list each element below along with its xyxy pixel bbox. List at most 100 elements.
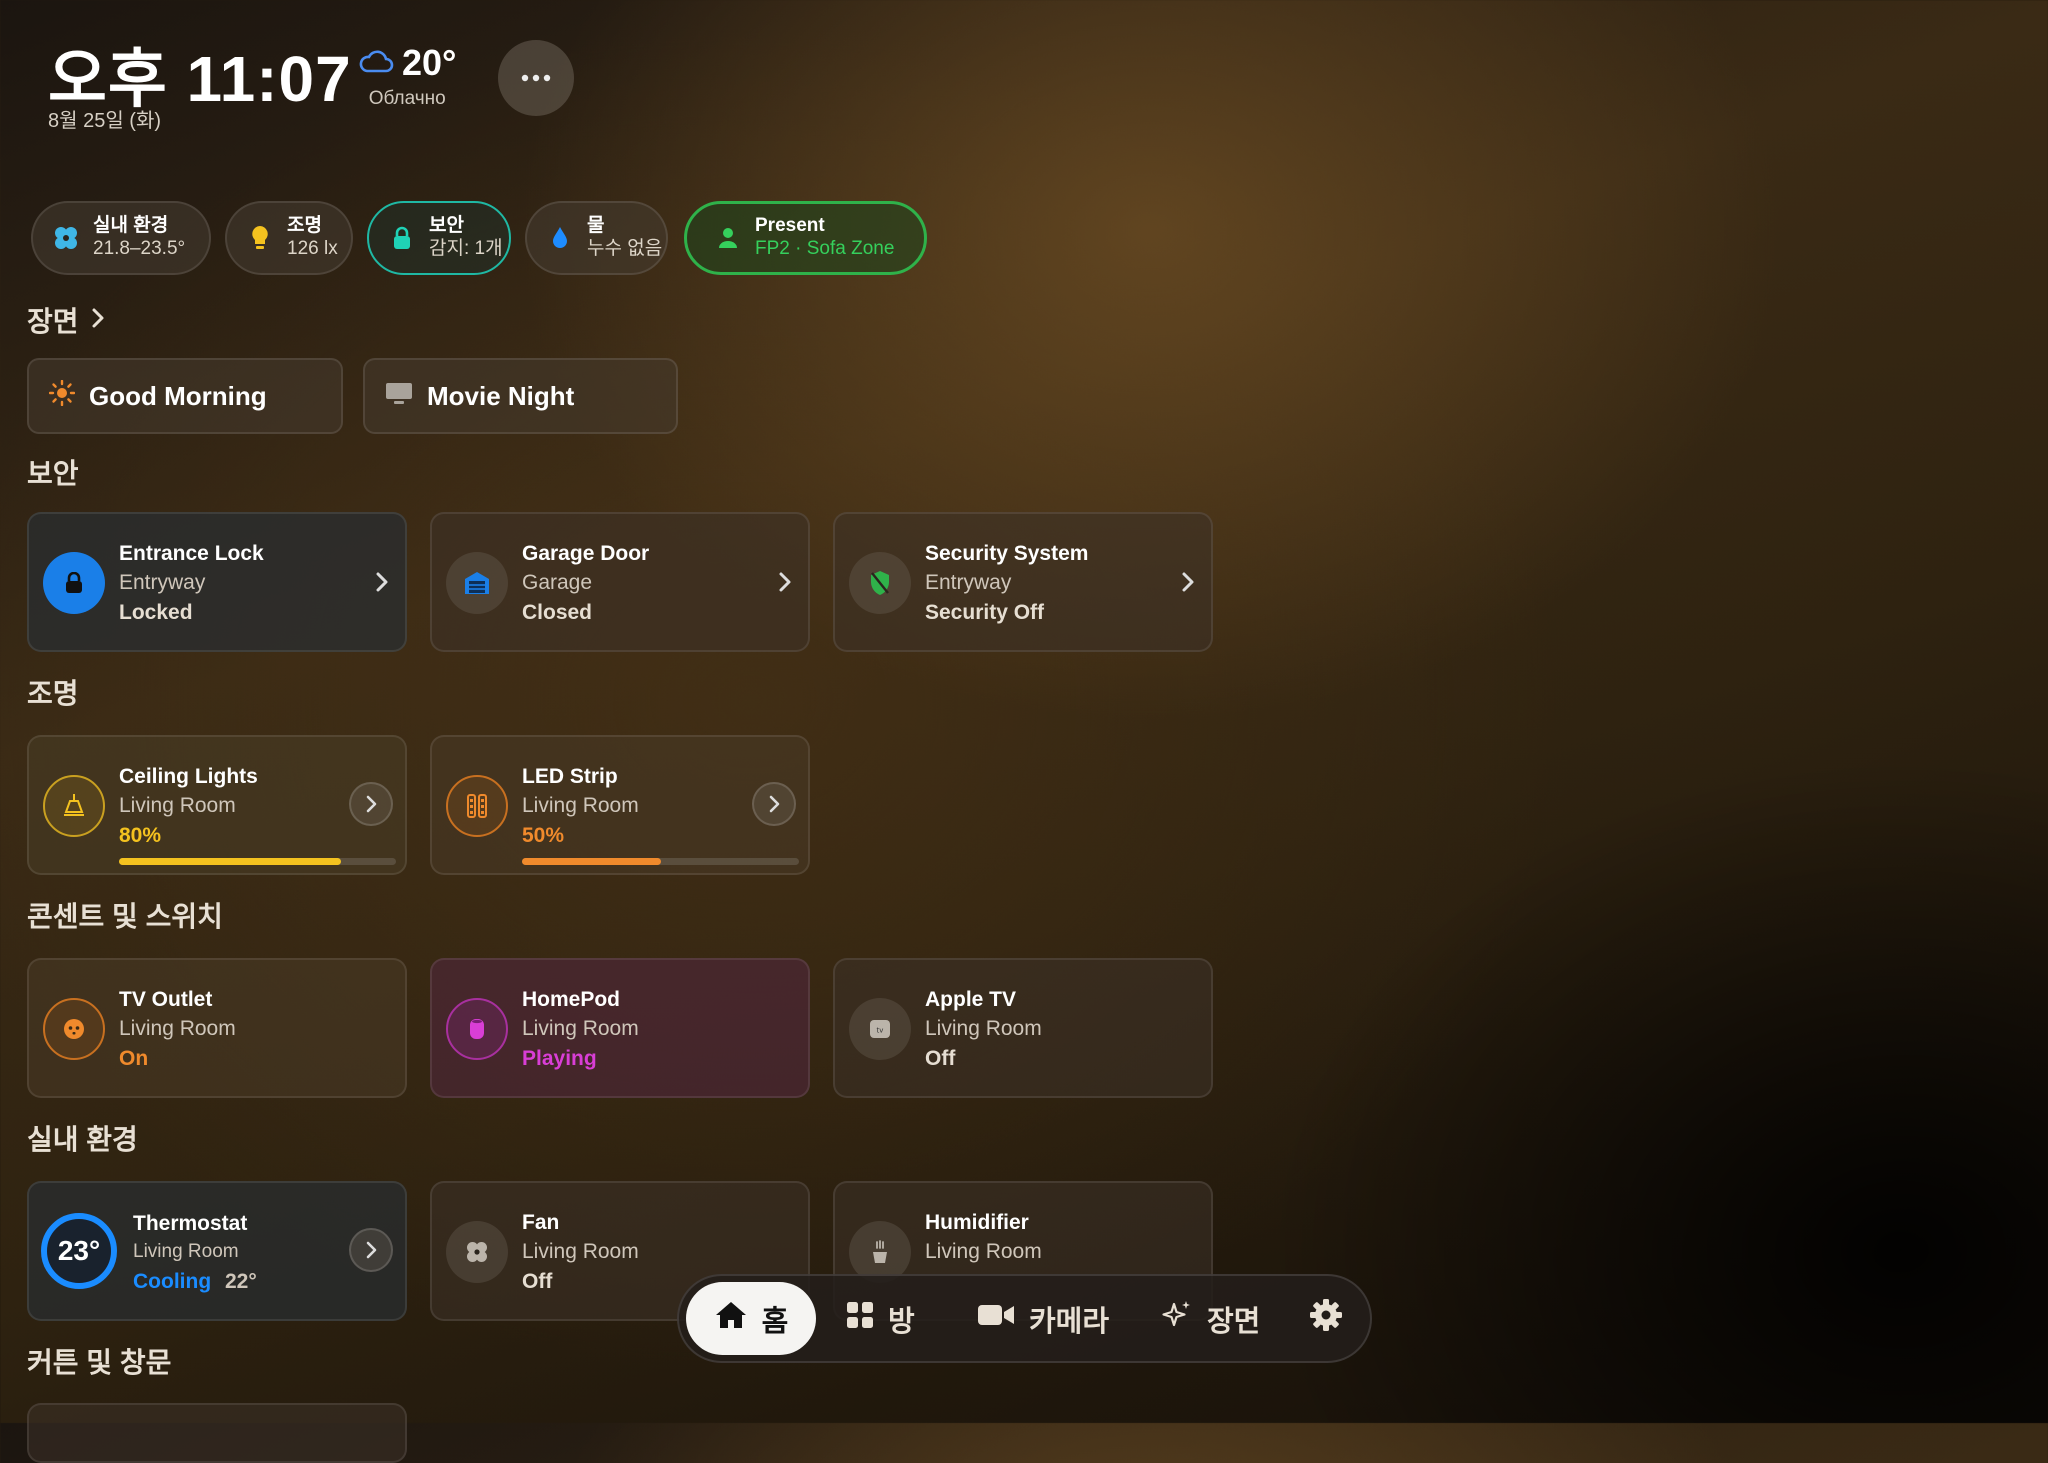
tab-home[interactable]: 홈	[686, 1282, 816, 1355]
chevron-right-icon[interactable]	[1175, 569, 1201, 595]
device-status: Off	[522, 1270, 553, 1293]
tab-label: 장면	[1207, 1305, 1261, 1338]
bottom-tab-bar: 홈 방 카메라 장면	[677, 1274, 1372, 1363]
water-drop-icon	[547, 225, 573, 251]
house-icon	[714, 1300, 748, 1338]
date-label: 8월 25일 (화)	[48, 110, 162, 132]
scene-movie-night[interactable]: Movie Night	[363, 358, 678, 434]
brightness-fill	[522, 858, 661, 865]
curtain-card-partial[interactable]	[27, 1403, 407, 1463]
scene-good-morning[interactable]: Good Morning	[27, 358, 343, 434]
hvac-mode: Cooling	[133, 1270, 212, 1293]
device-name: Ceiling Lights	[119, 765, 258, 788]
garage-door-card[interactable]: Garage Door Garage Closed	[430, 512, 810, 652]
entrance-lock-card[interactable]: Entrance Lock Entryway Locked	[27, 512, 407, 652]
lighting-section-header: 조명	[27, 672, 79, 712]
apple-tv-icon: tv	[849, 998, 911, 1060]
device-room: Garage	[522, 571, 593, 594]
weather-condition: Облачно	[368, 88, 446, 109]
sun-icon	[48, 379, 76, 413]
scene-label: Good Morning	[89, 380, 267, 411]
device-status: Security Off	[925, 601, 1045, 624]
device-room: Living Room	[522, 1240, 639, 1263]
tv-icon	[385, 381, 413, 412]
brightness-slider[interactable]	[119, 858, 396, 865]
brightness-slider[interactable]	[522, 858, 799, 865]
section-title: 콘센트 및 스위치	[27, 901, 223, 932]
tab-scenes[interactable]: 장면	[1161, 1282, 1260, 1355]
device-name: Thermostat	[133, 1212, 248, 1235]
settings-button[interactable]	[1309, 1282, 1343, 1355]
scene-label: Movie Night	[427, 380, 575, 411]
device-room: Living Room	[522, 794, 639, 817]
thermostat-ring-icon: 23°	[41, 1213, 117, 1289]
chip-value: 126 lx	[287, 238, 338, 259]
chevron-right-icon[interactable]	[772, 569, 798, 595]
more-button[interactable]	[498, 40, 574, 116]
chevron-right-icon[interactable]	[349, 782, 393, 826]
device-room: Living Room	[119, 1017, 236, 1040]
scenes-section-header[interactable]: 장면	[27, 300, 105, 340]
tv-outlet-card[interactable]: TV Outlet Living Room On	[27, 958, 407, 1098]
weather-temp: 20°	[402, 42, 457, 83]
lock-icon	[389, 225, 415, 251]
device-status: Locked	[119, 601, 193, 624]
apple-tv-card[interactable]: tv Apple TV Living Room Off	[833, 958, 1213, 1098]
chip-value: 감지: 1개	[429, 238, 503, 259]
tab-cameras[interactable]: 카메라	[977, 1282, 1109, 1355]
chip-lighting[interactable]: 조명 126 lx	[225, 201, 353, 275]
grid-icon	[846, 1301, 874, 1337]
led-strip-icon	[446, 775, 508, 837]
fan-icon	[446, 1221, 508, 1283]
section-title: 실내 환경	[27, 1124, 138, 1155]
section-title: 커튼 및 창문	[27, 1347, 172, 1378]
shield-icon	[849, 552, 911, 614]
led-strip-card[interactable]: LED Strip Living Room 50%	[430, 735, 810, 875]
device-room: Living Room	[522, 1017, 639, 1040]
device-room: Entryway	[925, 571, 1012, 594]
lightbulb-icon	[247, 225, 273, 251]
section-title: 조명	[27, 678, 79, 709]
device-name: Humidifier	[925, 1211, 1029, 1234]
chip-title: 실내 환경	[93, 215, 169, 236]
security-system-card[interactable]: Security System Entryway Security Off	[833, 512, 1213, 652]
homepod-card[interactable]: HomePod Living Room Playing	[430, 958, 810, 1098]
chip-climate[interactable]: 실내 환경 21.8–23.5°	[31, 201, 211, 275]
climate-section-header: 실내 환경	[27, 1118, 138, 1158]
device-status: Off	[925, 1047, 956, 1070]
section-title: 보안	[27, 458, 79, 489]
device-room: Entryway	[119, 571, 206, 594]
ceiling-light-icon	[43, 775, 105, 837]
device-name: TV Outlet	[119, 988, 213, 1011]
device-status: 50%	[522, 824, 565, 847]
chip-security[interactable]: 보안 감지: 1개	[367, 201, 511, 275]
tab-label: 홈	[761, 1305, 789, 1338]
chip-presence[interactable]: Present FP2 · Sofa Zone	[684, 201, 927, 275]
chevron-right-icon	[91, 304, 105, 336]
device-room: Living Room	[925, 1240, 1042, 1263]
chip-water[interactable]: 물 누수 없음	[525, 201, 668, 275]
ellipsis-icon	[521, 69, 551, 87]
device-status: Closed	[522, 601, 593, 624]
thermostat-card[interactable]: 23° Thermostat Living Room Cooling 22°	[27, 1181, 407, 1321]
current-temp: 23°	[57, 1235, 101, 1266]
brightness-fill	[119, 858, 341, 865]
chip-value: 21.8–23.5°	[93, 238, 186, 259]
chevron-right-icon[interactable]	[369, 569, 395, 595]
security-section-header: 보안	[27, 452, 79, 492]
chevron-right-icon[interactable]	[349, 1228, 393, 1272]
person-icon	[715, 225, 741, 251]
weather-widget[interactable]: 20° Облачно	[358, 42, 456, 110]
chip-value: FP2 · Sofa Zone	[755, 238, 895, 259]
device-status: On	[119, 1047, 149, 1070]
outlet-icon	[43, 998, 105, 1060]
device-name: Entrance Lock	[119, 542, 264, 565]
tab-rooms[interactable]: 방	[846, 1282, 915, 1355]
device-room: Living Room	[925, 1017, 1042, 1040]
device-status: 80%	[119, 824, 162, 847]
ceiling-lights-card[interactable]: Ceiling Lights Living Room 80%	[27, 735, 407, 875]
svg-text:tv: tv	[877, 1027, 884, 1035]
device-status: Playing	[522, 1047, 597, 1070]
chevron-right-icon[interactable]	[752, 782, 796, 826]
device-room: Living Room	[133, 1241, 239, 1262]
